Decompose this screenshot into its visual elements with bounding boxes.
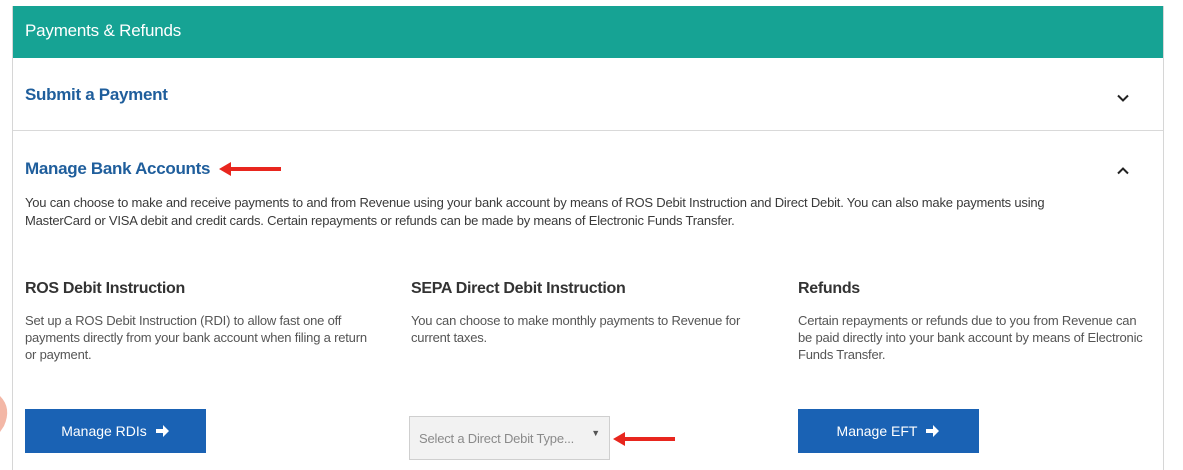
accordion-manage-bank-accounts: Manage Bank Accounts You can choose to m… <box>13 132 1163 470</box>
manage-eft-button[interactable]: Manage EFT <box>798 409 979 453</box>
caret-down-icon: ▼ <box>591 428 600 438</box>
sepa-text: You can choose to make monthly payments … <box>411 313 741 345</box>
manage-eft-label: Manage EFT <box>836 423 918 439</box>
ros-debit-title: ROS Debit Instruction <box>25 280 185 297</box>
accordion-submit-payment[interactable]: Submit a Payment <box>13 58 1163 131</box>
refunds-column: Refunds Certain repayments or refunds du… <box>798 280 1153 363</box>
direct-debit-type-select[interactable]: Select a Direct Debit Type... ▼ <box>409 416 610 460</box>
annotation-arrow-icon <box>219 162 281 176</box>
ros-debit-text: Set up a ROS Debit Instruction (RDI) to … <box>25 313 367 362</box>
sepa-column: SEPA Direct Debit Instruction You can ch… <box>411 280 766 346</box>
annotation-arrow-icon <box>613 432 675 446</box>
refunds-text: Certain repayments or refunds due to you… <box>798 313 1143 362</box>
chevron-down-icon[interactable] <box>1117 92 1129 104</box>
arrow-right-icon <box>155 425 169 437</box>
panel-title: Payments & Refunds <box>25 21 182 40</box>
manage-rdis-button[interactable]: Manage RDIs <box>25 409 206 453</box>
sepa-title: SEPA Direct Debit Instruction <box>411 280 626 297</box>
chevron-up-icon[interactable] <box>1117 165 1129 177</box>
direct-debit-select-placeholder: Select a Direct Debit Type... <box>419 431 575 446</box>
refunds-title: Refunds <box>798 280 860 297</box>
submit-payment-title[interactable]: Submit a Payment <box>25 85 168 105</box>
manage-rdis-label: Manage RDIs <box>61 423 147 439</box>
arrow-right-icon <box>926 425 940 437</box>
manage-bank-accounts-title[interactable]: Manage Bank Accounts <box>25 159 210 179</box>
decorative-edge-mark <box>0 396 8 432</box>
manage-bank-accounts-description: You can choose to make and receive payme… <box>25 195 1045 228</box>
ros-debit-column: ROS Debit Instruction Set up a ROS Debit… <box>25 280 380 363</box>
payments-refunds-panel: Payments & Refunds Submit a Payment Mana… <box>12 6 1164 470</box>
panel-header: Payments & Refunds <box>13 6 1163 58</box>
